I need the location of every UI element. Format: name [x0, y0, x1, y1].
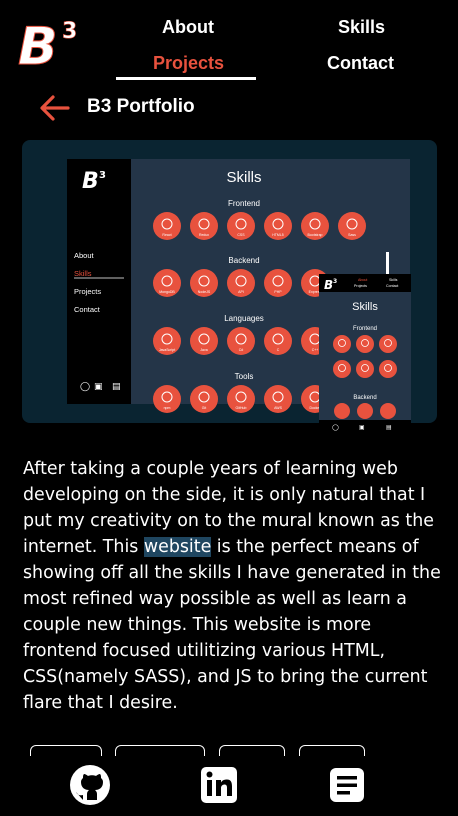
- mock-sidebar-item: Contact: [74, 305, 101, 314]
- mock-mobile-badge: [333, 335, 351, 353]
- mock-skill-label: HTML5: [272, 233, 284, 237]
- mock-mobile-badge: [379, 335, 397, 353]
- github-icon[interactable]: [69, 764, 111, 806]
- mock-mobile-badge: [379, 360, 397, 378]
- nav-projects[interactable]: Projects: [153, 53, 224, 74]
- mock-skill-label: Sass: [348, 233, 356, 237]
- nav-active-underline: [116, 77, 256, 80]
- svg-text:◯: ◯: [332, 424, 339, 431]
- nav-skills[interactable]: Skills: [338, 17, 385, 38]
- svg-text:3: 3: [333, 278, 337, 285]
- page-title: B3 Portfolio: [87, 96, 195, 117]
- mock-section-label: Frontend: [228, 199, 260, 208]
- mock-skill-label: NodeJS: [198, 290, 211, 294]
- mock-skill-label: Redux: [199, 233, 209, 237]
- mock-mobile-nav-item: Skills: [389, 278, 398, 282]
- mock-section-label: Tools: [235, 372, 254, 381]
- linkedin-icon[interactable]: [198, 764, 240, 806]
- svg-text:Frontend: Frontend: [353, 326, 377, 332]
- description-highlight: website: [143, 537, 212, 557]
- mock-skill-label: Git: [202, 406, 207, 410]
- mock-skill-label: Java: [200, 348, 207, 352]
- mock-mobile-badge: [357, 403, 373, 419]
- svg-text:▣: ▣: [94, 382, 103, 392]
- mock-mobile-badge: [356, 360, 374, 378]
- mobile-mock: B 3 About Skills Projects Contact Skills Fr…: [319, 274, 411, 432]
- mock-skill-label: React: [162, 233, 171, 237]
- mock-skill-label: JavaScript: [159, 348, 175, 352]
- svg-text:B: B: [18, 17, 58, 70]
- mock-skill-label: AWS: [274, 406, 283, 410]
- svg-text:B: B: [82, 169, 99, 194]
- mock-skill-label: C#: [239, 348, 244, 352]
- project-description: After taking a couple years of learning …: [23, 456, 441, 716]
- svg-text:▣: ▣: [359, 424, 365, 431]
- svg-text:B: B: [324, 278, 333, 292]
- svg-text:▤: ▤: [112, 382, 121, 392]
- back-arrow-icon[interactable]: [38, 94, 70, 122]
- mock-mobile-badge: [333, 360, 351, 378]
- mock-mobile-badge: [380, 403, 396, 419]
- svg-text:Skills: Skills: [352, 301, 378, 313]
- svg-text:Backend: Backend: [353, 395, 376, 401]
- svg-text:3: 3: [62, 19, 77, 44]
- mock-sidebar-item: Skills: [74, 269, 92, 278]
- resume-icon[interactable]: [326, 764, 368, 806]
- mock-mobile-nav-item: About: [358, 278, 367, 282]
- mock-mobile-badge: [334, 403, 350, 419]
- mock-mobile-nav-item: Projects: [354, 284, 367, 288]
- svg-text:◯: ◯: [80, 382, 90, 392]
- mock-mobile-nav-item: Contact: [386, 284, 398, 288]
- svg-text:3: 3: [99, 170, 106, 181]
- nav-about[interactable]: About: [162, 17, 214, 38]
- mock-skill-label: C++: [312, 348, 319, 352]
- mock-mobile-badge: [356, 335, 374, 353]
- mock-skill-label: GitHub: [236, 406, 247, 410]
- svg-text:▤: ▤: [386, 424, 392, 431]
- preview-graphic: B 3 About Skills Projects Contact ◯ ▣ ▤ Skill…: [67, 159, 411, 432]
- project-preview: B 3 About Skills Projects Contact ◯ ▣ ▤ Skill…: [22, 140, 437, 432]
- mock-skill-label: Bootstrap: [308, 233, 323, 237]
- description-text-rest: is the perfect means of showing off all …: [23, 537, 441, 713]
- mock-sidebar-item: Projects: [74, 287, 101, 296]
- mock-skill-label: API: [238, 290, 244, 294]
- mock-skill-label: npm: [164, 406, 171, 410]
- mock-skill-label: CSS: [237, 233, 245, 237]
- footer: [0, 756, 458, 816]
- mock-skill-label: MongoDB: [159, 290, 175, 294]
- mock-section-label: Backend: [228, 256, 259, 265]
- mock-sidebar-item: About: [74, 251, 95, 260]
- b3-logo[interactable]: B 3: [16, 14, 86, 71]
- mock-skill-label: PHP: [274, 290, 282, 294]
- mock-section-label: Languages: [224, 314, 264, 323]
- nav-contact[interactable]: Contact: [327, 53, 394, 74]
- mock-heading: Skills: [226, 169, 261, 186]
